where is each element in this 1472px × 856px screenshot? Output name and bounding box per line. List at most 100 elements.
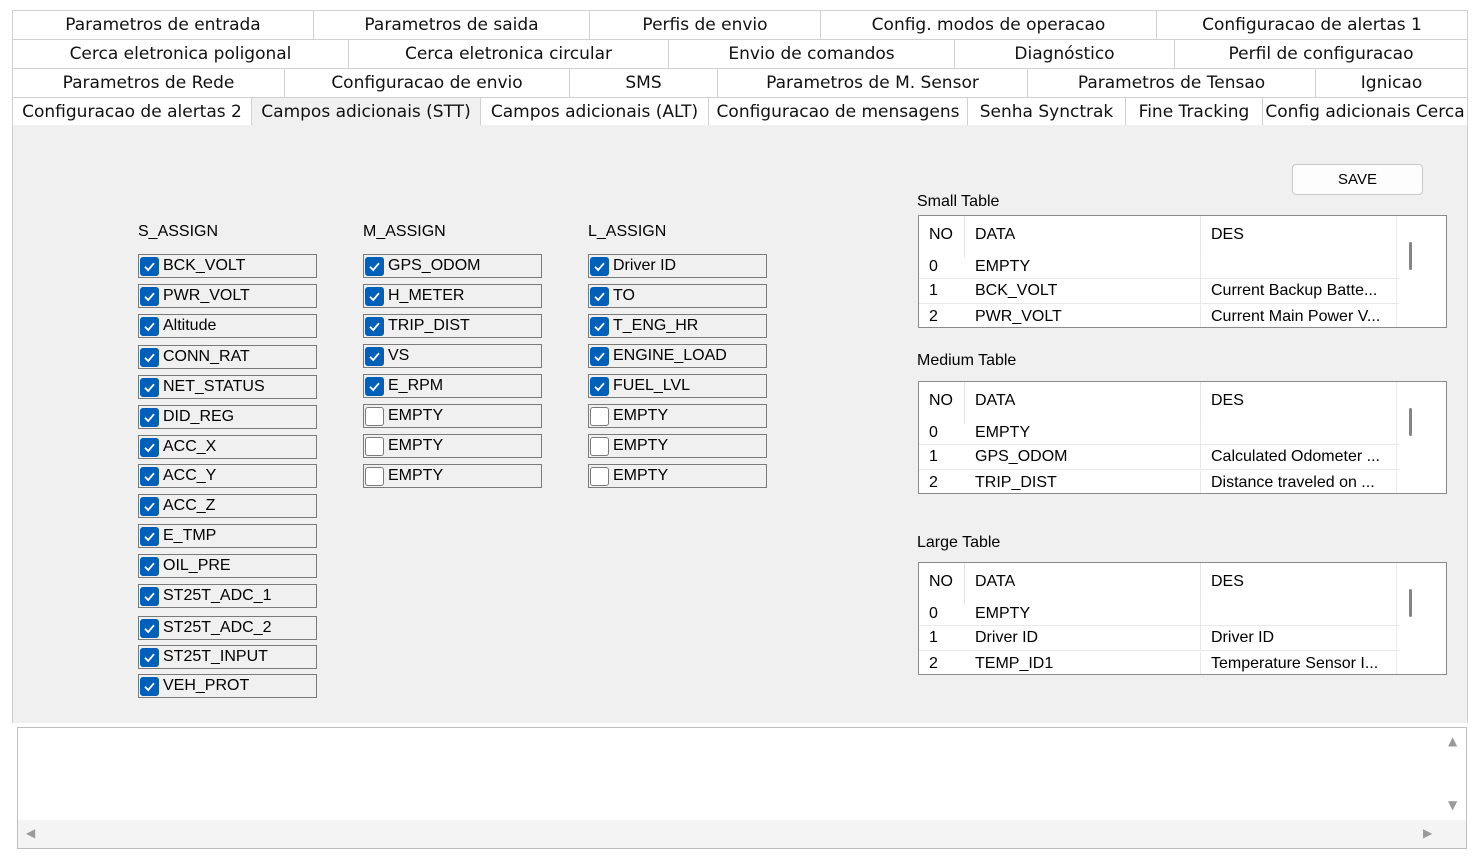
checkbox-checked-icon[interactable] <box>140 647 159 667</box>
checkbox-checked-icon[interactable] <box>590 346 609 366</box>
tab-configuracao-de-alertas-1[interactable]: Configuracao de alertas 1 <box>1156 10 1468 39</box>
checkbox-item[interactable]: TRIP_DIST <box>363 314 542 338</box>
small-table[interactable]: NO DATA DES 0 EMPTY 1 BCK_VOLT Current Backup B… <box>918 215 1447 328</box>
checkbox-checked-icon[interactable] <box>140 586 159 606</box>
checkbox-item[interactable]: EMPTY <box>363 404 542 428</box>
table-scrollbar[interactable] <box>1396 563 1446 674</box>
checkbox-item[interactable]: Driver ID <box>588 254 767 278</box>
tab-configuracao-de-envio[interactable]: Configuracao de envio <box>284 68 569 97</box>
checkbox-checked-icon[interactable] <box>365 346 384 366</box>
save-button[interactable]: SAVE <box>1292 164 1423 195</box>
column-header[interactable]: DATA <box>965 563 1201 605</box>
checkbox-item[interactable]: EMPTY <box>588 434 767 458</box>
table-row[interactable]: 0 EMPTY <box>919 258 1399 279</box>
checkbox-checked-icon[interactable] <box>365 376 384 396</box>
tab-senha-synctrak[interactable]: Senha Synctrak <box>967 97 1125 126</box>
tab-configuracao-de-mensagens[interactable]: Configuracao de mensagens <box>708 97 967 126</box>
checkbox-item[interactable]: OIL_PRE <box>138 554 317 578</box>
checkbox-checked-icon[interactable] <box>590 286 609 306</box>
scroll-down-icon[interactable]: ▼ <box>1448 798 1457 812</box>
tab-cerca-eletronica-poligonal[interactable]: Cerca eletronica poligonal <box>12 39 348 68</box>
checkbox-checked-icon[interactable] <box>140 466 159 486</box>
tab-configuracao-de-alertas-2[interactable]: Configuracao de alertas 2 <box>12 97 251 126</box>
table-row[interactable]: 1 GPS_ODOM Calculated Odometer ... <box>919 445 1399 470</box>
tab-config-modos-de-operacao[interactable]: Config. modos de operacao <box>820 10 1156 39</box>
column-header[interactable]: DES <box>1201 216 1397 258</box>
large-table[interactable]: NO DATA DES 0 EMPTY 1 Driver ID Driver ID 2 TEMP_… <box>918 562 1447 675</box>
table-row[interactable]: 0 EMPTY <box>919 605 1399 626</box>
tab-config-adicionais-cerca[interactable]: Config adicionais Cerca <box>1262 97 1468 126</box>
checkbox-item[interactable]: ST25T_INPUT <box>138 645 317 669</box>
checkbox-unchecked-icon[interactable] <box>590 436 609 456</box>
table-row[interactable]: 2 TRIP_DIST Distance traveled on ... <box>919 471 1399 493</box>
checkbox-item[interactable]: VEH_PROT <box>138 674 317 698</box>
checkbox-checked-icon[interactable] <box>365 256 384 276</box>
scrollbar-thumb[interactable] <box>1409 408 1412 436</box>
checkbox-checked-icon[interactable] <box>140 316 159 336</box>
checkbox-item[interactable]: E_TMP <box>138 524 317 548</box>
checkbox-checked-icon[interactable] <box>140 256 159 276</box>
checkbox-item[interactable]: ACC_Y <box>138 464 317 488</box>
checkbox-item[interactable]: ST25T_ADC_1 <box>138 584 317 608</box>
tab-parametros-de-tensao[interactable]: Parametros de Tensao <box>1027 68 1315 97</box>
checkbox-item[interactable]: EMPTY <box>588 404 767 428</box>
checkbox-item[interactable]: EMPTY <box>363 434 542 458</box>
checkbox-item[interactable]: DID_REG <box>138 405 317 429</box>
checkbox-checked-icon[interactable] <box>590 376 609 396</box>
checkbox-checked-icon[interactable] <box>140 618 159 638</box>
checkbox-unchecked-icon[interactable] <box>590 406 609 426</box>
checkbox-checked-icon[interactable] <box>140 556 159 576</box>
checkbox-item[interactable]: FUEL_LVL <box>588 374 767 398</box>
checkbox-unchecked-icon[interactable] <box>365 466 384 486</box>
checkbox-checked-icon[interactable] <box>140 377 159 397</box>
checkbox-unchecked-icon[interactable] <box>590 466 609 486</box>
log-vertical-scrollbar[interactable]: ▲ ▼ <box>1440 728 1466 820</box>
table-row[interactable]: 2 PWR_VOLT Current Main Power V... <box>919 305 1399 327</box>
table-scrollbar[interactable] <box>1396 382 1446 493</box>
tab-parametros-de-saida[interactable]: Parametros de saida <box>313 10 589 39</box>
checkbox-item[interactable]: PWR_VOLT <box>138 284 317 308</box>
column-header[interactable]: DES <box>1201 563 1397 605</box>
scrollbar-thumb[interactable] <box>1409 242 1412 270</box>
checkbox-checked-icon[interactable] <box>365 286 384 306</box>
checkbox-checked-icon[interactable] <box>140 286 159 306</box>
checkbox-checked-icon[interactable] <box>140 676 159 696</box>
scroll-left-icon[interactable]: ◀ <box>26 826 35 840</box>
checkbox-item[interactable]: ST25T_ADC_2 <box>138 616 317 640</box>
checkbox-checked-icon[interactable] <box>590 256 609 276</box>
tab-campos-adicionais-alt[interactable]: Campos adicionais (ALT) <box>480 97 708 126</box>
scroll-up-icon[interactable]: ▲ <box>1448 734 1457 748</box>
checkbox-item[interactable]: ENGINE_LOAD <box>588 344 767 368</box>
checkbox-item[interactable]: BCK_VOLT <box>138 254 317 278</box>
tab-parametros-de-m-sensor[interactable]: Parametros de M. Sensor <box>717 68 1027 97</box>
table-row[interactable]: 1 Driver ID Driver ID <box>919 626 1399 651</box>
tab-campos-adicionais-stt[interactable]: Campos adicionais (STT) <box>251 97 480 126</box>
checkbox-item[interactable]: E_RPM <box>363 374 542 398</box>
column-header[interactable]: DES <box>1201 382 1397 424</box>
checkbox-item[interactable]: VS <box>363 344 542 368</box>
tab-parametros-de-entrada[interactable]: Parametros de entrada <box>12 10 313 39</box>
tab-fine-tracking[interactable]: Fine Tracking <box>1125 97 1262 126</box>
tab-ignicao[interactable]: Ignicao <box>1315 68 1468 97</box>
tab-envio-de-comandos[interactable]: Envio de comandos <box>668 39 954 68</box>
checkbox-checked-icon[interactable] <box>365 316 384 336</box>
checkbox-item[interactable]: GPS_ODOM <box>363 254 542 278</box>
tab-perfis-de-envio[interactable]: Perfis de envio <box>589 10 820 39</box>
column-header[interactable]: DATA <box>965 216 1201 258</box>
checkbox-checked-icon[interactable] <box>140 407 159 427</box>
checkbox-item[interactable]: T_ENG_HR <box>588 314 767 338</box>
table-row[interactable]: 1 BCK_VOLT Current Backup Batte... <box>919 279 1399 304</box>
checkbox-checked-icon[interactable] <box>140 347 159 367</box>
checkbox-item[interactable]: ACC_X <box>138 435 317 459</box>
table-row[interactable]: 2 TEMP_ID1 Temperature Sensor I... <box>919 652 1399 674</box>
checkbox-item[interactable]: H_METER <box>363 284 542 308</box>
column-header[interactable]: NO <box>919 216 965 258</box>
checkbox-item[interactable]: EMPTY <box>363 464 542 488</box>
checkbox-item[interactable]: TO <box>588 284 767 308</box>
tab-sms[interactable]: SMS <box>569 68 717 97</box>
tab-perfil-de-configuracao[interactable]: Perfil de configuracao <box>1174 39 1468 68</box>
checkbox-unchecked-icon[interactable] <box>365 436 384 456</box>
checkbox-checked-icon[interactable] <box>140 526 159 546</box>
medium-table[interactable]: NO DATA DES 0 EMPTY 1 GPS_ODOM Calculated Odome… <box>918 381 1447 494</box>
checkbox-unchecked-icon[interactable] <box>365 406 384 426</box>
